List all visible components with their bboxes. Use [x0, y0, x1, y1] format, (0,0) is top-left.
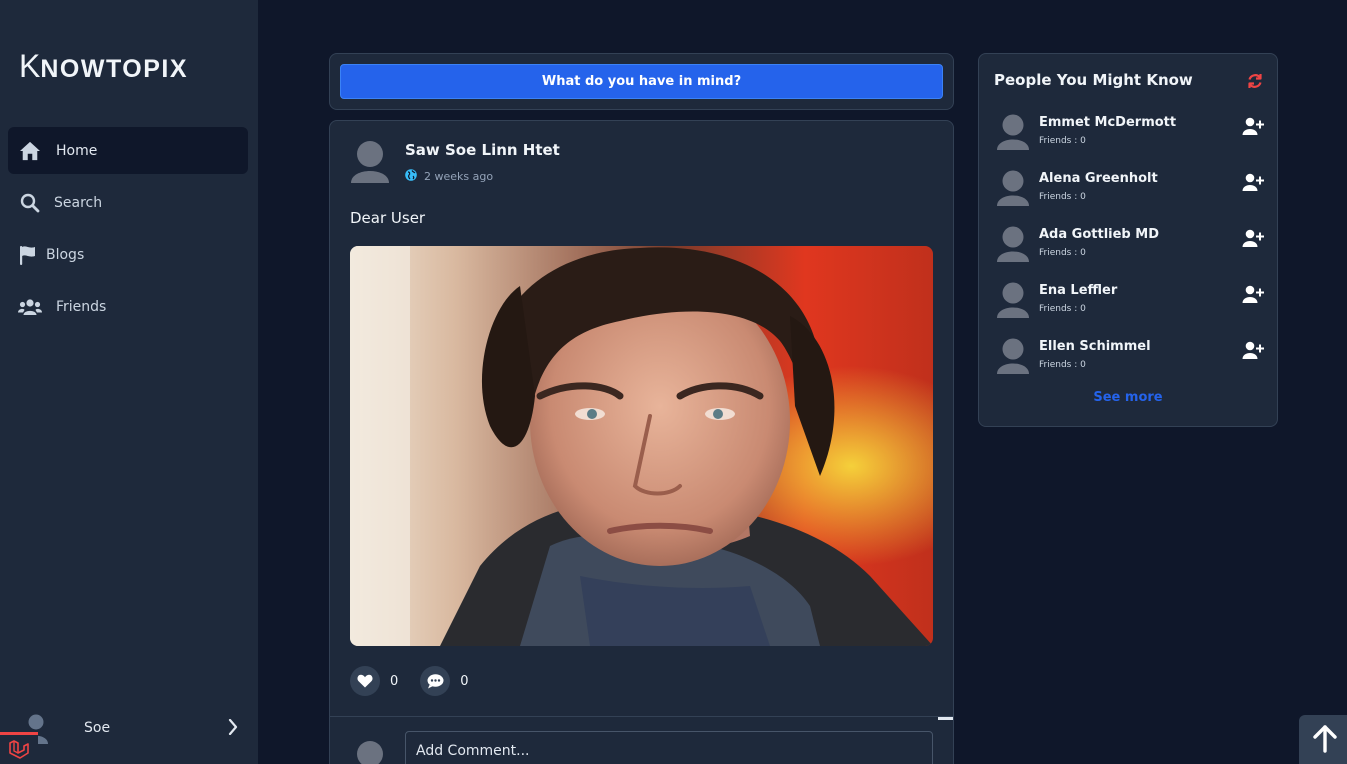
list-item[interactable]: Alena Greenholt Friends : 0	[996, 168, 1266, 224]
post-timestamp: 2 weeks ago	[405, 169, 493, 184]
person-friends-count: Friends : 0	[1039, 136, 1086, 146]
like-count: 0	[390, 673, 399, 689]
laravel-icon[interactable]	[0, 732, 38, 764]
person-name[interactable]: Ena Leffler	[1039, 283, 1117, 298]
people-you-might-know: People You Might Know Emmet McDermott Fr…	[978, 53, 1278, 427]
avatar	[996, 338, 1030, 374]
flag-icon	[18, 244, 38, 266]
post-body: Dear User	[350, 209, 426, 227]
search-icon	[18, 192, 42, 214]
users-icon	[18, 296, 42, 318]
comment-icon	[427, 673, 444, 688]
post-image[interactable]	[350, 246, 933, 646]
scroll-indicator	[938, 717, 953, 720]
avatar	[996, 226, 1030, 262]
person-name[interactable]: Ada Gottlieb MD	[1039, 227, 1159, 242]
user-name: Soe	[84, 720, 111, 736]
user-menu[interactable]: Soe	[0, 706, 258, 750]
person-name[interactable]: Emmet McDermott	[1039, 115, 1176, 130]
add-friend-icon[interactable]	[1242, 341, 1264, 363]
comment-input[interactable]	[405, 731, 933, 764]
globe-icon	[405, 169, 417, 184]
post-actions: 0 0	[350, 666, 491, 696]
see-more-link[interactable]: See more	[979, 390, 1277, 405]
sidebar-item-label: Friends	[56, 298, 107, 315]
avatar	[996, 114, 1030, 150]
sidebar-nav: Home Search Blogs Friends	[8, 127, 248, 335]
avatar	[996, 170, 1030, 206]
person-friends-count: Friends : 0	[1039, 304, 1086, 314]
sidebar-item-search[interactable]: Search	[8, 179, 248, 226]
sidebar-item-label: Home	[56, 142, 98, 159]
people-list: Emmet McDermott Friends : 0 Alena Greenh…	[996, 112, 1266, 392]
person-friends-count: Friends : 0	[1039, 248, 1086, 258]
compose-card: What do you have in mind?	[329, 53, 954, 110]
avatar	[996, 282, 1030, 318]
refresh-icon[interactable]	[1247, 73, 1263, 93]
scroll-to-top-button[interactable]	[1299, 715, 1347, 764]
logo-rest: NOWTOPIX	[40, 55, 189, 83]
person-name[interactable]: Alena Greenholt	[1039, 171, 1158, 186]
section-title: People You Might Know	[994, 71, 1193, 89]
list-item[interactable]: Ellen Schimmel Friends : 0	[996, 336, 1266, 392]
app-logo[interactable]: KNOWTOPIX	[19, 48, 188, 85]
arrow-up-icon	[1313, 725, 1337, 757]
logo-initial: K	[19, 48, 41, 84]
add-friend-icon[interactable]	[1242, 117, 1264, 139]
sidebar-item-friends[interactable]: Friends	[8, 283, 248, 330]
comment-button[interactable]	[420, 666, 451, 696]
sidebar-item-home[interactable]: Home	[8, 127, 248, 174]
person-name[interactable]: Ellen Schimmel	[1039, 339, 1151, 354]
avatar[interactable]	[350, 141, 390, 183]
compose-post-button[interactable]: What do you have in mind?	[340, 64, 943, 99]
sidebar-item-label: Blogs	[46, 246, 85, 263]
person-friends-count: Friends : 0	[1039, 360, 1086, 370]
sidebar-item-label: Search	[54, 194, 103, 211]
add-friend-icon[interactable]	[1242, 173, 1264, 195]
chevron-right-icon[interactable]	[228, 718, 238, 739]
avatar	[357, 741, 383, 764]
list-item[interactable]: Ada Gottlieb MD Friends : 0	[996, 224, 1266, 280]
sidebar: KNOWTOPIX Home Search Blogs Friends Soe	[0, 0, 258, 764]
list-item[interactable]: Ena Leffler Friends : 0	[996, 280, 1266, 336]
post-author[interactable]: Saw Soe Linn Htet	[405, 141, 560, 159]
list-item[interactable]: Emmet McDermott Friends : 0	[996, 112, 1266, 168]
heart-icon	[357, 674, 373, 688]
home-icon	[18, 140, 42, 162]
divider	[330, 716, 953, 717]
comment-count: 0	[460, 673, 469, 689]
post-card: Saw Soe Linn Htet 2 weeks ago Dear User	[329, 120, 954, 764]
sidebar-item-blogs[interactable]: Blogs	[8, 231, 248, 278]
add-friend-icon[interactable]	[1242, 285, 1264, 307]
post-time-text: 2 weeks ago	[424, 170, 494, 183]
like-button[interactable]	[350, 666, 380, 696]
add-friend-icon[interactable]	[1242, 229, 1264, 251]
person-friends-count: Friends : 0	[1039, 192, 1086, 202]
